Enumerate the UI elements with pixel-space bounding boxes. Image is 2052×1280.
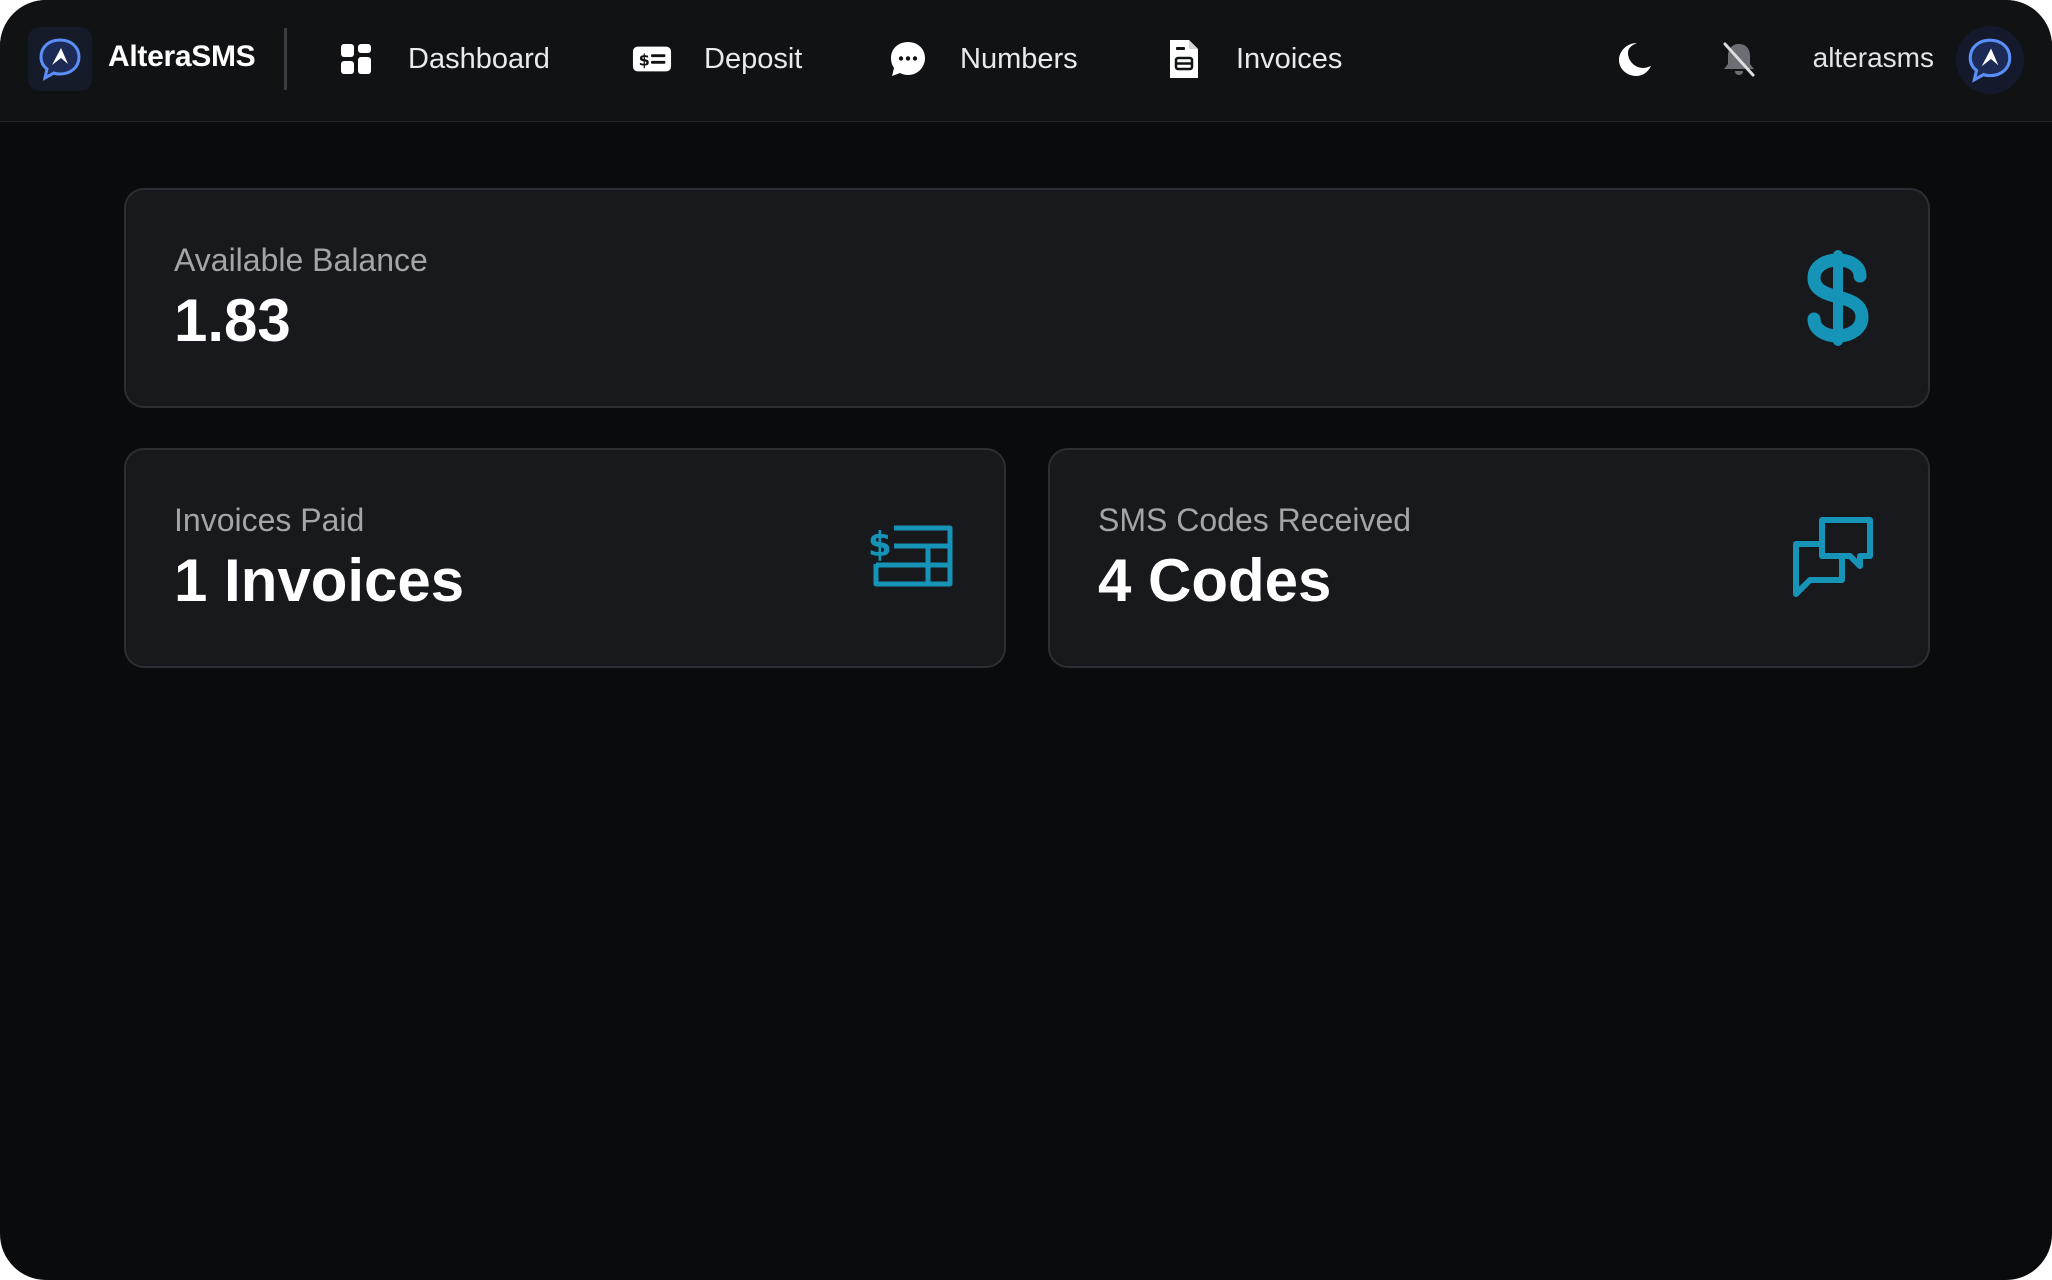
nav-item-deposit[interactable]: $ Deposit — [632, 28, 802, 90]
brand-name[interactable]: AlteraSMS — [108, 40, 256, 74]
invoices-paid-card: Invoices Paid 1 Invoices $ — [124, 448, 1006, 668]
moon-icon — [1619, 43, 1651, 76]
altera-logo-icon — [1968, 38, 2012, 83]
nav-item-label: Dashboard — [408, 42, 550, 75]
invoice-table-icon: $ — [868, 522, 954, 590]
chat-bubble-icon — [888, 39, 928, 79]
nav-item-numbers[interactable]: Numbers — [888, 28, 1078, 90]
nav-divider — [284, 28, 287, 90]
bell-off-icon — [1723, 42, 1755, 77]
theme-toggle-button[interactable] — [1612, 36, 1658, 82]
svg-text:$: $ — [639, 51, 650, 70]
dollar-card-icon: $ — [632, 39, 672, 79]
nav-item-invoices[interactable]: Invoices — [1164, 28, 1342, 90]
balance-card: Available Balance 1.83 — [124, 188, 1930, 408]
chat-bubbles-icon — [1790, 514, 1876, 600]
nav-item-dashboard[interactable]: Dashboard — [336, 28, 550, 90]
sms-codes-value: 4 Codes — [1098, 547, 1332, 614]
altera-logo-icon — [39, 38, 81, 81]
app-window: AlteraSMS Dashboard $ Deposit Numbers In… — [0, 0, 2052, 1280]
nav-item-label: Invoices — [1236, 42, 1343, 75]
balance-label: Available Balance — [174, 242, 428, 278]
username[interactable]: alterasms — [1813, 42, 1934, 74]
invoices-paid-value: 1 Invoices — [174, 547, 465, 614]
nav-item-label: Numbers — [960, 42, 1078, 75]
sms-codes-card: SMS Codes Received 4 Codes — [1048, 448, 1930, 668]
user-avatar[interactable] — [1956, 26, 2024, 94]
sms-codes-label: SMS Codes Received — [1098, 502, 1412, 538]
brand-logo[interactable] — [28, 27, 92, 91]
top-navbar: AlteraSMS Dashboard $ Deposit Numbers In… — [0, 0, 2052, 122]
dashboard-grid-icon — [336, 39, 376, 79]
document-icon — [1164, 39, 1204, 79]
notifications-button[interactable] — [1716, 36, 1762, 82]
balance-value: 1.83 — [174, 287, 291, 354]
svg-text:$: $ — [868, 525, 892, 565]
dollar-sign-icon — [1802, 246, 1874, 350]
nav-item-label: Deposit — [704, 42, 803, 75]
invoices-paid-label: Invoices Paid — [174, 502, 365, 538]
